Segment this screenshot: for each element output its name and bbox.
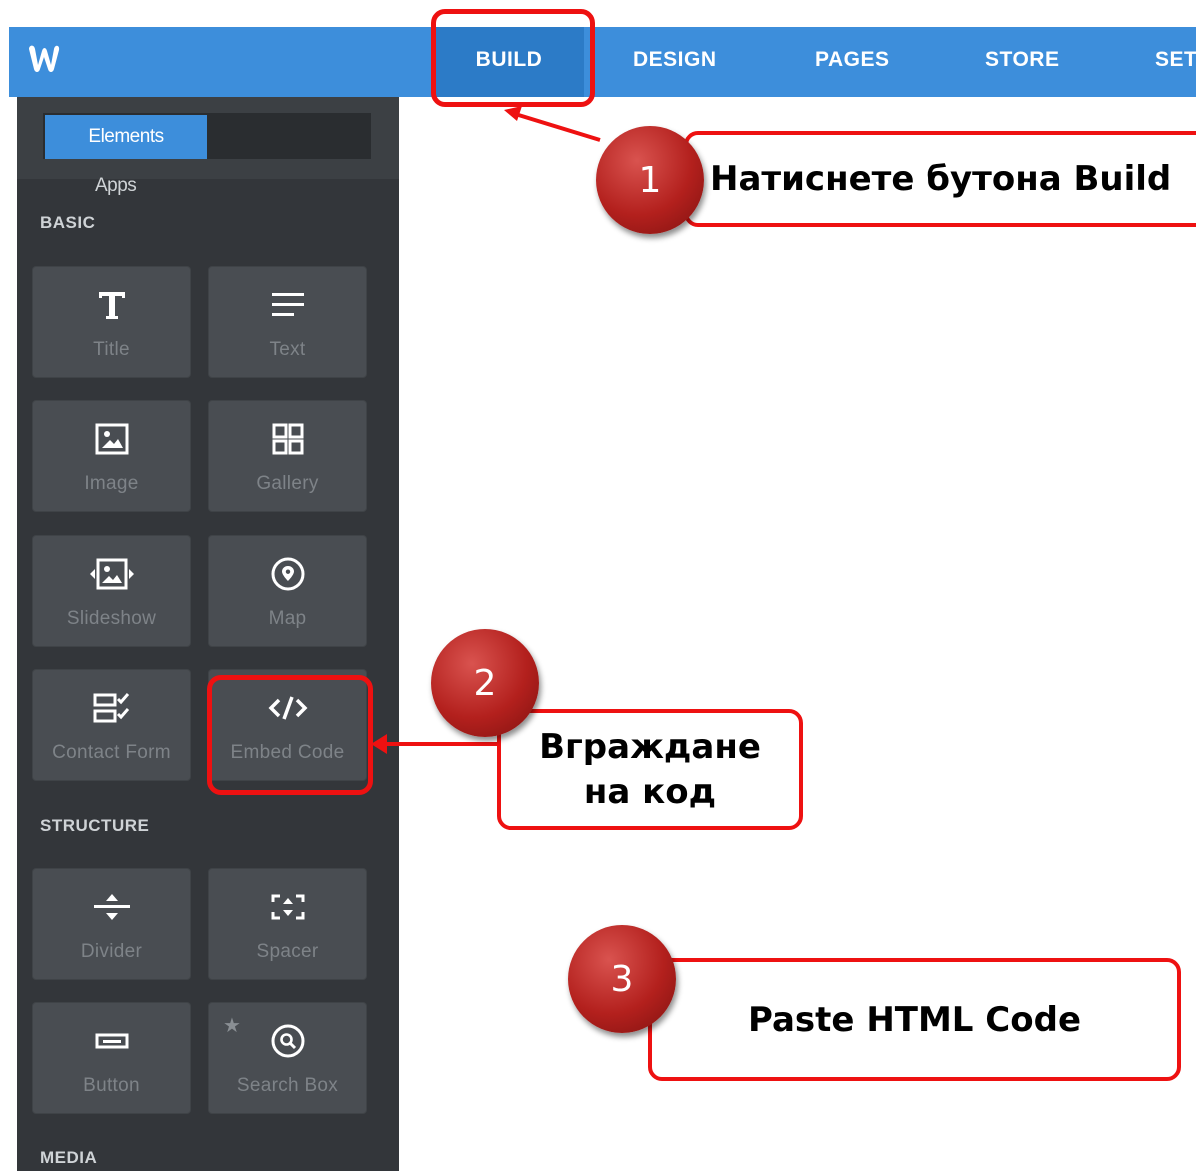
- build-highlight-box: [431, 9, 595, 107]
- step1-callout: Натиснете бутона Build: [684, 131, 1196, 227]
- step2-line2: на код: [583, 771, 717, 812]
- step3-number: 3: [610, 958, 634, 1000]
- step2-callout: Вграждане на код: [497, 709, 803, 830]
- step3-text: Paste HTML Code: [747, 999, 1082, 1040]
- step1-text: Натиснете бутона Build: [710, 159, 1172, 199]
- step2-line1: Вграждане: [539, 726, 761, 767]
- step1-number: 1: [638, 159, 662, 201]
- step2-badge: 2: [431, 629, 539, 737]
- embed-code-highlight-box: [207, 675, 373, 795]
- step1-badge: 1: [596, 126, 704, 234]
- step3-callout: Paste HTML Code: [648, 958, 1181, 1081]
- step2-number: 2: [473, 662, 497, 704]
- step3-badge: 3: [568, 925, 676, 1033]
